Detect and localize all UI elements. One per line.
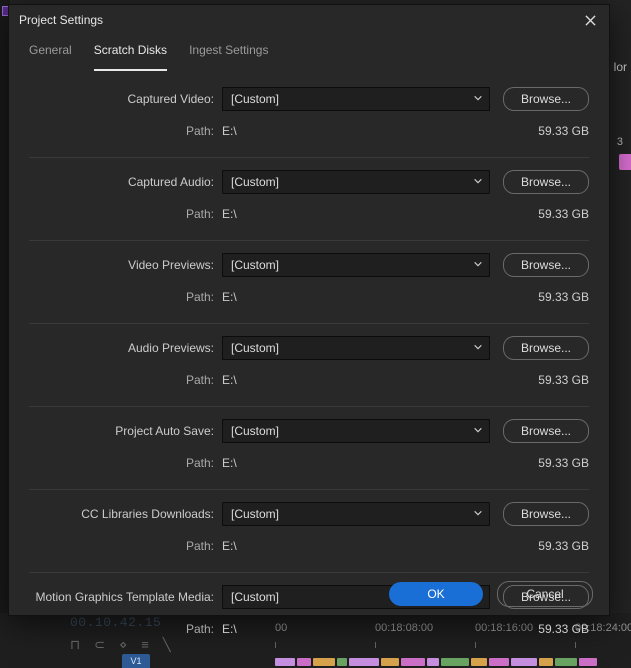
browse-button[interactable]: Browse... — [503, 253, 589, 277]
chevron-down-icon — [473, 175, 483, 189]
path-value: E:\ — [222, 373, 237, 387]
path-label: Path: — [29, 456, 214, 470]
timeline-clips[interactable] — [275, 658, 631, 668]
dialog-title: Project Settings — [19, 13, 581, 27]
path-label: Path: — [29, 290, 214, 304]
browse-button[interactable]: Browse... — [503, 170, 589, 194]
path-label: Path: — [29, 539, 214, 553]
chevron-down-icon — [473, 92, 483, 106]
panel-badge: 3 — [617, 136, 623, 148]
panel-color-chip[interactable] — [619, 154, 631, 170]
path-value: E:\ — [222, 207, 237, 221]
group-audio-previews: Audio Previews: [Custom] Browse... Path:… — [29, 324, 589, 407]
dialog-tabs: General Scratch Disks Ingest Settings — [9, 35, 609, 71]
dialog-footer: OK Cancel — [9, 573, 609, 615]
size-value: 59.33 GB — [538, 373, 589, 387]
select-value: [Custom] — [231, 424, 279, 438]
path-label: Path: — [29, 622, 214, 636]
select-value: [Custom] — [231, 341, 279, 355]
path-value: E:\ — [222, 539, 237, 553]
path-label: Path: — [29, 373, 214, 387]
group-cc-libraries: CC Libraries Downloads: [Custom] Browse.… — [29, 490, 589, 573]
dialog-content: Captured Video: [Custom] Browse... Path:… — [9, 71, 609, 655]
tab-ingest-settings[interactable]: Ingest Settings — [189, 43, 268, 71]
path-value: E:\ — [222, 456, 237, 470]
video-track-toggle[interactable]: V1 — [122, 654, 150, 668]
size-value: 59.33 GB — [538, 207, 589, 221]
ok-button[interactable]: OK — [389, 582, 483, 606]
field-label: Audio Previews: — [29, 341, 214, 355]
select-value: [Custom] — [231, 507, 279, 521]
chevron-down-icon — [473, 341, 483, 355]
select-value: [Custom] — [231, 92, 279, 106]
captured-video-select[interactable]: [Custom] — [222, 87, 490, 111]
field-label: Captured Video: — [29, 92, 214, 106]
path-label: Path: — [29, 124, 214, 138]
field-label: Project Auto Save: — [29, 424, 214, 438]
close-icon[interactable] — [581, 11, 599, 29]
path-value: E:\ — [222, 622, 237, 636]
tab-general[interactable]: General — [29, 43, 72, 71]
group-video-previews: Video Previews: [Custom] Browse... Path:… — [29, 241, 589, 324]
auto-save-select[interactable]: [Custom] — [222, 419, 490, 443]
size-value: 59.33 GB — [538, 622, 589, 636]
size-value: 59.33 GB — [538, 290, 589, 304]
browse-button[interactable]: Browse... — [503, 87, 589, 111]
group-auto-save: Project Auto Save: [Custom] Browse... Pa… — [29, 407, 589, 490]
captured-audio-select[interactable]: [Custom] — [222, 170, 490, 194]
field-label: CC Libraries Downloads: — [29, 507, 214, 521]
field-label: Captured Audio: — [29, 175, 214, 189]
browse-button[interactable]: Browse... — [503, 336, 589, 360]
path-value: E:\ — [222, 290, 237, 304]
video-previews-select[interactable]: [Custom] — [222, 253, 490, 277]
path-label: Path: — [29, 207, 214, 221]
cc-libraries-select[interactable]: [Custom] — [222, 502, 490, 526]
dialog-titlebar[interactable]: Project Settings — [9, 5, 609, 35]
chevron-down-icon — [473, 424, 483, 438]
panel-label-fragment: lor — [614, 60, 627, 74]
chevron-down-icon — [473, 258, 483, 272]
select-value: [Custom] — [231, 175, 279, 189]
size-value: 59.33 GB — [538, 456, 589, 470]
size-value: 59.33 GB — [538, 539, 589, 553]
size-value: 59.33 GB — [538, 124, 589, 138]
tab-scratch-disks[interactable]: Scratch Disks — [94, 43, 167, 71]
browse-button[interactable]: Browse... — [503, 502, 589, 526]
chevron-down-icon — [473, 507, 483, 521]
audio-previews-select[interactable]: [Custom] — [222, 336, 490, 360]
select-value: [Custom] — [231, 258, 279, 272]
group-captured-audio: Captured Audio: [Custom] Browse... Path:… — [29, 158, 589, 241]
browse-button[interactable]: Browse... — [503, 419, 589, 443]
path-value: E:\ — [222, 124, 237, 138]
project-settings-dialog: Project Settings General Scratch Disks I… — [8, 4, 610, 616]
cancel-button[interactable]: Cancel — [497, 581, 593, 607]
field-label: Video Previews: — [29, 258, 214, 272]
group-captured-video: Captured Video: [Custom] Browse... Path:… — [29, 75, 589, 158]
